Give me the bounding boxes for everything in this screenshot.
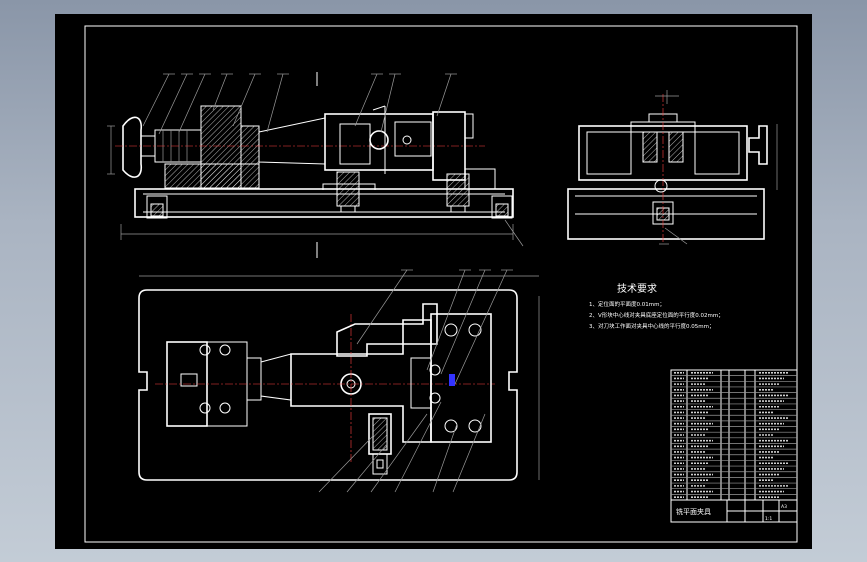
front-view (107, 72, 524, 258)
top-base-plate (138, 289, 518, 481)
scale-value: 1:1 (765, 516, 772, 522)
right-fixed-block (430, 313, 492, 443)
title-block: 铣平面夹具 1:1 A3 (670, 499, 798, 523)
tech-requirement-2: 2、V形块中心线对夹具底座定位面的平行度0.02mm； (589, 311, 724, 319)
side-view (567, 90, 778, 245)
drawing-sheet: 技术要求 1、定位面的平面度0.01mm； 2、V形块中心线对夹具底座定位面的平… (55, 14, 812, 549)
tech-requirement-1: 1、定位面的平面度0.01mm； (589, 300, 665, 308)
top-view (138, 269, 540, 493)
support-hatched (336, 171, 360, 207)
handle-knob (122, 116, 143, 178)
sheet-size: A3 (781, 504, 787, 510)
bom-table (670, 369, 798, 501)
workpiece-highlight (449, 374, 455, 386)
tech-requirements-title: 技术要求 (617, 282, 657, 295)
engineering-drawing: 技术要求 1、定位面的平面度0.01mm； 2、V形块中心线对夹具底座定位面的平… (84, 25, 798, 543)
clamp-arm (336, 303, 438, 357)
tech-requirement-3: 3、对刀块工作面对夹具中心线的平行度0.05mm； (589, 322, 714, 330)
drawing-name: 铣平面夹具 (676, 507, 711, 516)
side-knob (748, 125, 768, 165)
tech-requirements: 技术要求 1、定位面的平面度0.01mm； 2、V形块中心线对夹具底座定位面的平… (589, 282, 724, 330)
